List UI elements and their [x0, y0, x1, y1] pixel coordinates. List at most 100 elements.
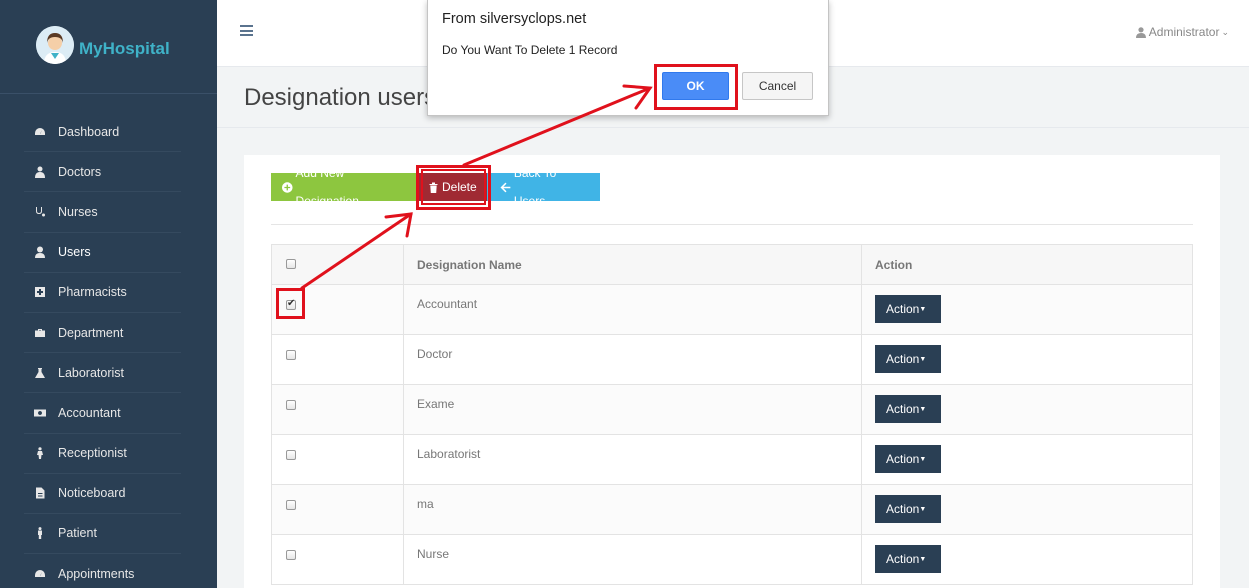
column-header: Designation Name: [403, 244, 862, 285]
dialog-title: From silversyclops.net: [442, 11, 587, 27]
designation-name: Laboratorist: [403, 434, 862, 485]
sidebar-item-department[interactable]: Department: [24, 313, 181, 354]
add-designation-label: Add New Designation: [295, 166, 359, 208]
caret-down-icon: ▼: [919, 355, 927, 363]
caret-down-icon: ▼: [919, 505, 927, 513]
action-dropdown-button[interactable]: Action▼: [875, 545, 941, 573]
user-menu[interactable]: Administrator ⌄: [1135, 25, 1229, 39]
caret-down-icon: ▼: [919, 405, 927, 413]
page-title: Designation users: [244, 84, 437, 111]
sidebar-item-label: Patient: [58, 526, 97, 541]
sidebar-item-label: Department: [58, 325, 124, 340]
delete-highlight-inner: [421, 169, 486, 205]
designation-name: Accountant: [403, 284, 862, 335]
action-label: Action: [886, 402, 920, 416]
person-icon: [34, 447, 46, 460]
sidebar-item-nurses[interactable]: Nurses: [24, 192, 181, 233]
flask-icon: [34, 367, 46, 379]
cancel-button[interactable]: Cancel: [742, 72, 813, 100]
confirm-dialog: From silversyclops.net Do You Want To De…: [427, 0, 829, 116]
checkbox-highlight: [276, 288, 305, 319]
stethoscope-icon: [34, 206, 46, 218]
sidebar-item-label: Accountant: [58, 405, 121, 420]
table-row: Accountant Action▼: [271, 284, 1193, 335]
action-label: Action: [886, 552, 920, 566]
sidebar-item-pharmacists[interactable]: Pharmacists: [24, 273, 181, 313]
money-icon: [34, 407, 46, 419]
sidebar-item-label: Users: [58, 245, 91, 260]
file-icon: [34, 487, 46, 499]
row-checkbox[interactable]: [286, 450, 296, 460]
sidebar-item-laboratorist[interactable]: Laboratorist: [24, 353, 181, 394]
designation-name: Exame: [403, 384, 862, 435]
sidebar-item-dashboard[interactable]: Dashboard: [24, 112, 181, 153]
sidebar-item-receptionist[interactable]: Receptionist: [24, 434, 181, 474]
sidebar-item-label: Laboratorist: [58, 365, 125, 380]
action-dropdown-button[interactable]: Action▼: [875, 445, 941, 473]
add-designation-button[interactable]: Add New Designation: [271, 166, 416, 208]
table-row: ma Action▼: [271, 484, 1193, 535]
table-row: Laboratorist Action▼: [271, 434, 1193, 485]
sidebar-item-label: Appointments: [58, 566, 135, 581]
ok-highlight: [654, 64, 738, 110]
sidebar: MyHospital Dashboard Doctors Nurses User…: [0, 0, 217, 588]
arrow-left-icon: [500, 182, 511, 192]
action-label: Action: [886, 302, 920, 316]
caret-down-icon: ▼: [919, 305, 927, 313]
plus-square-icon: [34, 286, 46, 298]
designation-name: Nurse: [403, 534, 862, 585]
briefcase-icon: [34, 327, 46, 339]
dialog-message: Do You Want To Delete 1 Record: [442, 43, 618, 57]
action-dropdown-button[interactable]: Action▼: [875, 295, 941, 323]
plus-circle-icon: [282, 181, 293, 193]
user-name: Administrator: [1148, 25, 1220, 39]
logo[interactable]: MyHospital: [0, 0, 217, 94]
divider: [271, 224, 1193, 225]
row-checkbox[interactable]: [286, 550, 296, 560]
table-header-row: Designation Name Action: [271, 244, 1193, 285]
action-label: Action: [886, 452, 920, 466]
sidebar-item-users[interactable]: Users: [24, 233, 181, 273]
logo-text: MyHospital: [79, 39, 170, 58]
sidebar-item-patient[interactable]: Patient: [24, 514, 181, 555]
table-row: Nurse Action▼: [271, 534, 1193, 585]
table-row: Exame Action▼: [271, 384, 1193, 435]
sidebar-item-label: Receptionist: [58, 446, 127, 461]
user-icon: [34, 246, 46, 259]
back-to-users-button[interactable]: Back To Users: [487, 166, 600, 208]
sidebar-item-noticeboard[interactable]: Noticeboard: [24, 474, 181, 514]
row-checkbox[interactable]: [286, 400, 296, 410]
designation-name: Doctor: [403, 334, 862, 385]
sidebar-item-label: Noticeboard: [58, 486, 126, 501]
sidebar-item-label: Nurses: [58, 204, 98, 219]
doctor-avatar-icon: [36, 26, 74, 64]
caret-down-icon: ▼: [919, 455, 927, 463]
action-dropdown-button[interactable]: Action▼: [875, 345, 941, 373]
menu-toggle-icon[interactable]: [240, 25, 253, 36]
row-checkbox[interactable]: [286, 350, 296, 360]
doctor-icon: [34, 166, 46, 178]
designation-name: ma: [403, 484, 862, 535]
caret-down-icon: ▼: [919, 555, 927, 563]
table-row: Doctor Action▼: [271, 334, 1193, 385]
sidebar-item-doctors[interactable]: Doctors: [24, 152, 181, 193]
dashboard-icon: [34, 568, 46, 580]
sidebar-item-label: Dashboard: [58, 124, 120, 139]
content-panel: Add New Designation Delete Back To Users…: [244, 155, 1220, 588]
row-checkbox[interactable]: [286, 500, 296, 510]
sidebar-item-appointments[interactable]: Appointments: [24, 554, 181, 588]
select-all-checkbox[interactable]: [286, 258, 296, 269]
action-label: Action: [886, 352, 920, 366]
sidebar-item-label: Doctors: [58, 164, 102, 179]
action-dropdown-button[interactable]: Action▼: [875, 395, 941, 423]
designation-table: Designation Name Action Accountant Actio…: [271, 244, 1193, 585]
chevron-down-icon: ⌄: [1221, 26, 1229, 37]
male-icon: [34, 527, 46, 540]
sidebar-nav: Dashboard Doctors Nurses Users Pharmacis…: [24, 112, 181, 588]
user-icon: [1135, 26, 1146, 38]
action-label: Action: [886, 502, 920, 516]
sidebar-item-accountant[interactable]: Accountant: [24, 393, 181, 434]
action-dropdown-button[interactable]: Action▼: [875, 495, 941, 523]
sidebar-item-label: Pharmacists: [58, 285, 127, 300]
column-header: Action: [861, 244, 1193, 285]
